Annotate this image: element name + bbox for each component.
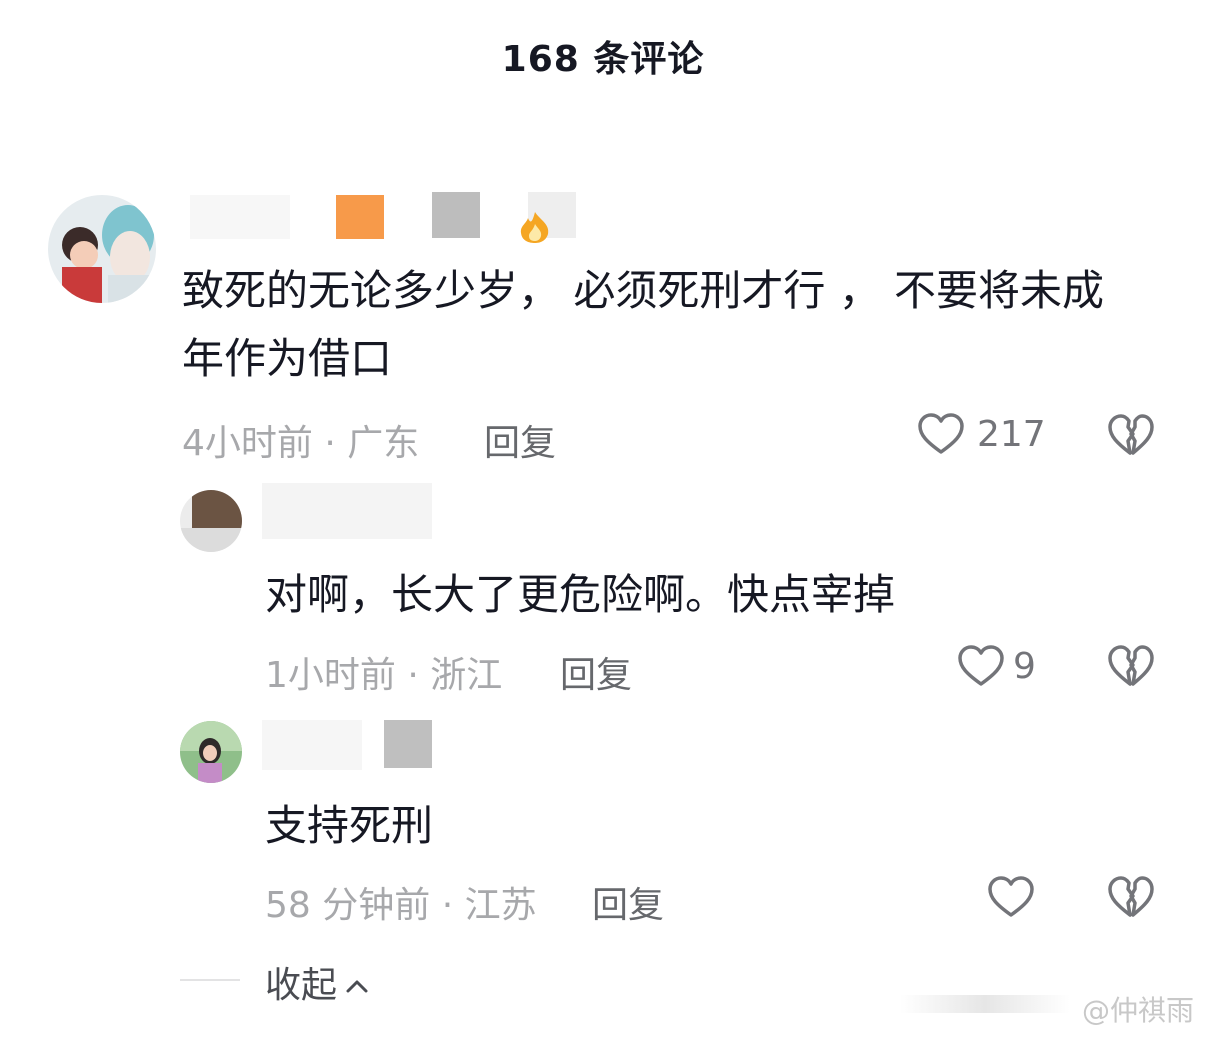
user-badge <box>384 720 432 768</box>
username[interactable] <box>262 720 362 770</box>
reply-button[interactable]: 回复 <box>592 876 664 928</box>
avatar[interactable] <box>180 490 242 552</box>
dislike-button[interactable] <box>1107 644 1155 688</box>
heart-icon <box>987 875 1035 919</box>
dislike-button[interactable] <box>1107 413 1155 457</box>
avatar[interactable] <box>48 195 156 303</box>
comment-time-location: 4小时前 · 广东 <box>182 423 420 464</box>
watermark-smudge <box>900 995 1070 1013</box>
collapse-divider <box>180 979 240 981</box>
heart-icon <box>917 412 965 456</box>
like-count: 9 <box>1013 645 1036 687</box>
broken-heart-icon <box>1107 875 1155 919</box>
comment-content: 致死的无论多少岁， 必须死刑才行 ， 不要将未成年作为借口 <box>182 266 1105 383</box>
comment-time-location: 58 分钟前 · 江苏 <box>265 885 537 926</box>
user-badge <box>336 195 384 239</box>
fire-icon <box>516 210 554 244</box>
reply-button[interactable]: 回复 <box>484 414 556 466</box>
avatar[interactable] <box>180 721 242 783</box>
username[interactable] <box>190 195 290 239</box>
comment-time-location: 1小时前 · 浙江 <box>265 655 503 696</box>
collapse-replies-button[interactable]: 收起 <box>265 956 369 1008</box>
watermark: @仲祺雨 <box>1081 994 1194 1027</box>
collapse-label: 收起 <box>265 965 338 1006</box>
broken-heart-icon <box>1107 413 1155 457</box>
user-badge <box>432 192 480 238</box>
dislike-button[interactable] <box>1107 875 1155 919</box>
comment-count-title: 168 条评论 <box>501 39 705 80</box>
chevron-up-icon <box>337 962 369 1003</box>
like-button[interactable]: 217 <box>917 412 1046 456</box>
like-count: 217 <box>977 413 1046 455</box>
heart-icon <box>957 644 1005 688</box>
reply-button[interactable]: 回复 <box>560 646 632 698</box>
username[interactable] <box>262 483 432 539</box>
broken-heart-icon <box>1107 644 1155 688</box>
comment-content: 对啊，长大了更危险啊。快点宰掉 <box>265 570 896 619</box>
comment-content: 支持死刑 <box>265 801 434 850</box>
like-button[interactable] <box>987 875 1035 919</box>
like-button[interactable]: 9 <box>957 644 1036 688</box>
